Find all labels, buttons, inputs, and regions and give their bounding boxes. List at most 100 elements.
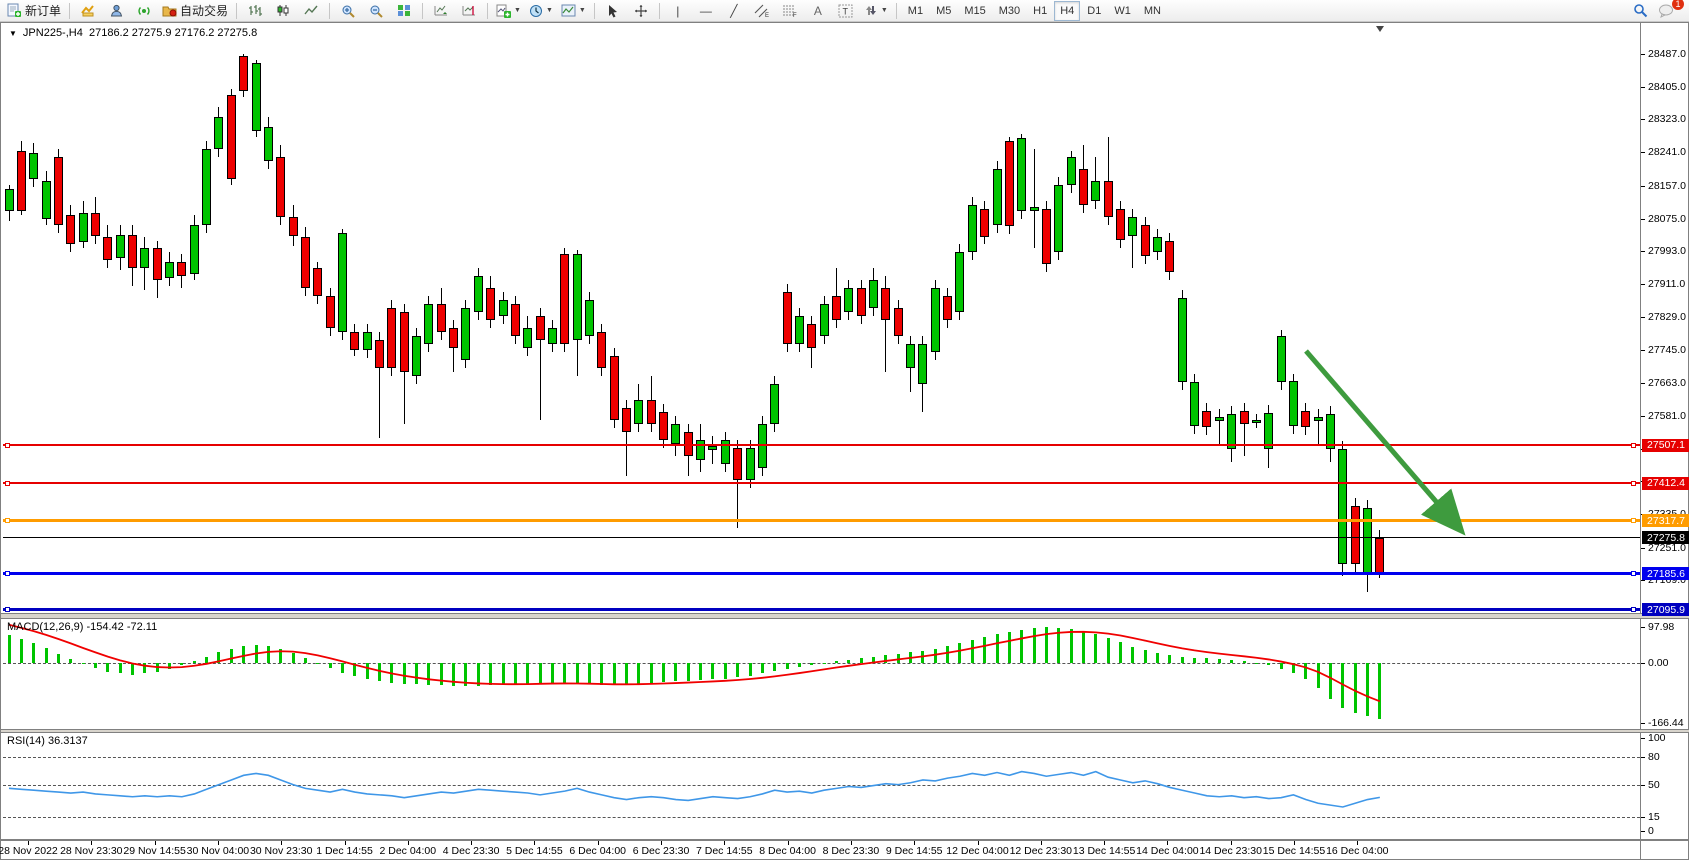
line-handle[interactable]	[1631, 481, 1636, 486]
candle	[1240, 411, 1249, 424]
separator	[69, 3, 70, 19]
horizontal-line-button[interactable]: —	[693, 1, 719, 21]
macd-histogram-bar	[489, 663, 492, 686]
macd-histogram-bar	[502, 663, 505, 686]
chart-shift-marker[interactable]	[1376, 26, 1384, 32]
candle	[573, 254, 582, 340]
svg-text:E: E	[765, 13, 769, 18]
macd-histogram-bar	[304, 658, 307, 662]
crosshair-button[interactable]	[628, 1, 654, 21]
arrows-button[interactable]: ▼	[861, 1, 891, 21]
rsi-level-line	[3, 817, 1640, 818]
macd-histogram-bar	[119, 663, 122, 674]
horizontal-line-object[interactable]	[3, 608, 1640, 611]
chart-window: ▼JPN225-,H4 27186.2 27275.9 27176.2 2727…	[0, 22, 1689, 860]
candle	[29, 153, 38, 179]
macd-histogram-bar	[1008, 632, 1011, 663]
macd-histogram-bar	[292, 653, 295, 662]
tile-windows-icon	[397, 4, 411, 17]
macd-histogram-bar	[1193, 658, 1196, 663]
macd-histogram-bar	[217, 652, 220, 662]
auto-trading-button[interactable]: 自动交易	[159, 1, 231, 21]
macd-histogram-bar	[156, 663, 159, 672]
chart-shift-button[interactable]	[456, 1, 482, 21]
macd-histogram-bar	[600, 663, 603, 686]
timeframe-group: M1 M5 M15 M30 H1 H4 D1 W1 MN	[902, 1, 1167, 21]
macd-histogram-bar	[934, 649, 937, 663]
periods-button[interactable]: ▼	[526, 1, 556, 21]
timeframe-h4[interactable]: H4	[1054, 1, 1080, 21]
line-handle[interactable]	[5, 518, 10, 523]
candle	[424, 304, 433, 344]
scroll-to-end-button[interactable]	[428, 1, 454, 21]
horizontal-line-object[interactable]	[3, 537, 1640, 538]
macd-histogram-bar	[205, 657, 208, 663]
dropdown-arrow-icon: ▼	[514, 7, 521, 14]
panel-splitter[interactable]	[1, 613, 1689, 619]
timeframe-m5[interactable]: M5	[930, 1, 957, 21]
timeframe-w1[interactable]: W1	[1108, 1, 1137, 21]
new-chart-button[interactable]: ▼	[493, 1, 524, 21]
macd-histogram-bar	[1181, 657, 1184, 663]
line-chart-button[interactable]	[298, 1, 324, 21]
price-level-badge: 27095.9	[1642, 603, 1689, 616]
timeframe-m30[interactable]: M30	[993, 1, 1026, 21]
search-button[interactable]	[1627, 1, 1653, 21]
text-label-button[interactable]: T	[833, 1, 859, 21]
chat-button[interactable]: 1	[1653, 1, 1679, 21]
profile-button[interactable]	[103, 1, 129, 21]
cursor-button[interactable]	[600, 1, 626, 21]
timeframe-m15[interactable]: M15	[958, 1, 991, 21]
horizontal-line-object[interactable]	[3, 482, 1640, 484]
timeframe-m1[interactable]: M1	[902, 1, 929, 21]
candle	[1190, 382, 1199, 426]
time-label: 5 Dec 14:55	[506, 845, 563, 857]
templates-button[interactable]: ▼	[558, 1, 589, 21]
zoom-out-button[interactable]	[363, 1, 389, 21]
macd-histogram-bar	[872, 657, 875, 663]
bar-chart-button[interactable]	[242, 1, 268, 21]
macd-histogram-bar	[1354, 663, 1357, 714]
line-handle[interactable]	[5, 571, 10, 576]
line-handle[interactable]	[1631, 443, 1636, 448]
line-handle[interactable]	[1631, 571, 1636, 576]
equidistant-channel-button[interactable]: E	[749, 1, 775, 21]
line-handle[interactable]	[1631, 518, 1636, 523]
macd-histogram-bar	[32, 643, 35, 663]
macd-histogram-bar	[1230, 660, 1233, 663]
macd-axis-label: -166.44	[1648, 717, 1684, 729]
separator	[236, 3, 237, 19]
horizontal-line-object[interactable]	[3, 572, 1640, 575]
timeframe-mn[interactable]: MN	[1138, 1, 1167, 21]
time-label: 28 Nov 23:30	[60, 845, 122, 857]
trend-line-button[interactable]: ╱	[721, 1, 747, 21]
timeframe-d1[interactable]: D1	[1081, 1, 1107, 21]
candle	[202, 149, 211, 225]
main-chart-panel[interactable]	[1, 23, 1689, 613]
text-button[interactable]: A	[805, 1, 831, 21]
chart-shift-icon	[462, 4, 476, 17]
zoom-in-button[interactable]	[335, 1, 361, 21]
candle	[400, 312, 409, 372]
line-handle[interactable]	[5, 443, 10, 448]
toolbar-right-group: 1	[1627, 1, 1685, 21]
candle	[869, 280, 878, 308]
line-handle[interactable]	[5, 481, 10, 486]
line-handle[interactable]	[1631, 607, 1636, 612]
vertical-line-button[interactable]: |	[665, 1, 691, 21]
new-order-button[interactable]: 新订单	[4, 1, 64, 21]
candlestick-chart-icon	[276, 4, 290, 17]
panel-splitter[interactable]	[1, 729, 1689, 733]
horizontal-line-object[interactable]	[3, 519, 1640, 522]
timeframe-h1[interactable]: H1	[1027, 1, 1053, 21]
signal-button[interactable]	[131, 1, 157, 21]
tile-windows-button[interactable]	[391, 1, 417, 21]
macd-histogram-bar	[958, 643, 961, 663]
history-chart-button[interactable]	[75, 1, 101, 21]
line-handle[interactable]	[5, 607, 10, 612]
horizontal-line-object[interactable]	[3, 444, 1640, 446]
macd-histogram-bar	[415, 663, 418, 685]
one-click-trading-arrow-icon[interactable]: ▼	[9, 29, 17, 38]
fibonacci-button[interactable]: F	[777, 1, 803, 21]
candlestick-chart-button[interactable]	[270, 1, 296, 21]
